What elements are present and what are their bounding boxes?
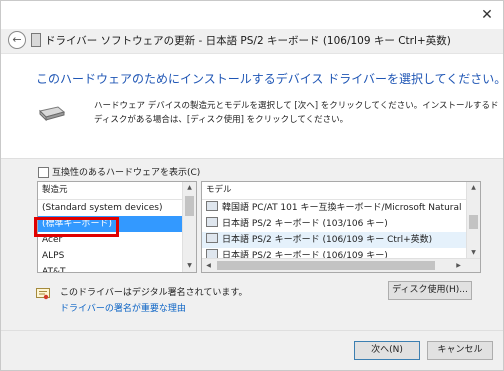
manufacturer-item-selected[interactable]: (標準キーボード): [38, 216, 196, 232]
model-vertical-scrollbar[interactable]: ▲ ▼: [466, 182, 480, 259]
have-disk-button[interactable]: ディスク使用(H)...: [388, 281, 472, 300]
model-item-label: 韓国語 PC/AT 101 キー互換キーボード/Microsoft Natura…: [222, 203, 462, 213]
signed-certificate-icon: [36, 288, 50, 300]
cancel-button[interactable]: キャンセル: [427, 341, 493, 360]
scroll-down-icon[interactable]: ▼: [183, 260, 196, 272]
manufacturer-item[interactable]: AT&T: [38, 264, 196, 272]
page-heading: このハードウェアのためにインストールするデバイス ドライバーを選択してください。: [36, 72, 504, 86]
model-horizontal-scrollbar[interactable]: ◀ ▶: [202, 258, 480, 272]
manufacturer-item[interactable]: ALPS: [38, 248, 196, 264]
scroll-up-icon[interactable]: ▲: [183, 182, 196, 194]
keyboard-model-icon: [206, 217, 218, 227]
signature-status: このドライバーはデジタル署名されています。: [60, 288, 248, 298]
scroll-left-icon[interactable]: ◀: [202, 259, 215, 272]
model-item[interactable]: 日本語 PS/2 キーボード (103/106 キー): [202, 216, 480, 232]
close-button[interactable]: ✕: [477, 6, 497, 24]
model-item[interactable]: 韓国語 PC/AT 101 キー互換キーボード/Microsoft Natura…: [202, 200, 480, 216]
scrollbar-thumb[interactable]: [185, 196, 194, 216]
scroll-right-icon[interactable]: ▶: [452, 259, 465, 272]
back-button[interactable]: ←: [8, 31, 26, 49]
model-list-header[interactable]: モデル: [202, 182, 480, 200]
description-line-2: ディスクがある場合は、[ディスク使用] をクリックしてください。: [94, 115, 349, 125]
description-line-1: ハードウェア デバイスの製造元とモデルを選択して [次へ] をクリックしてくださ…: [94, 101, 499, 111]
compat-checkbox[interactable]: [38, 167, 49, 178]
keyboard-device-icon: [31, 33, 41, 47]
manufacturer-item[interactable]: Acer: [38, 232, 196, 248]
manufacturer-item[interactable]: (Standard system devices): [38, 200, 196, 216]
window-title: ドライバー ソフトウェアの更新 - 日本語 PS/2 キーボード (106/10…: [45, 35, 451, 47]
signature-info-link[interactable]: ドライバーの署名が重要な理由: [60, 301, 186, 314]
keyboard-model-icon: [206, 233, 218, 243]
manufacturer-list[interactable]: 製造元 (Standard system devices) (標準キーボード) …: [37, 181, 197, 273]
manufacturer-scrollbar[interactable]: ▲ ▼: [182, 182, 196, 272]
scroll-up-icon[interactable]: ▲: [467, 182, 480, 194]
driver-device-icon: [39, 106, 66, 121]
model-item-selected[interactable]: 日本語 PS/2 キーボード (106/109 キー Ctrl+英数): [202, 232, 480, 248]
model-list[interactable]: モデル 韓国語 PC/AT 101 キー互換キーボード/Microsoft Na…: [201, 181, 481, 273]
model-item-label: 日本語 PS/2 キーボード (106/109 キー Ctrl+英数): [222, 235, 433, 245]
close-icon: ✕: [481, 7, 493, 23]
footer-divider: [1, 330, 503, 331]
title-bar: ✕: [1, 1, 503, 29]
compat-checkbox-label[interactable]: 互換性のあるハードウェアを表示(C): [52, 165, 200, 178]
scrollbar-thumb[interactable]: [217, 261, 435, 270]
next-button[interactable]: 次へ(N): [354, 341, 420, 360]
model-item-label: 日本語 PS/2 キーボード (103/106 キー): [222, 219, 388, 229]
back-arrow-icon: ←: [12, 33, 22, 46]
manufacturer-list-header[interactable]: 製造元: [38, 182, 196, 200]
keyboard-model-icon: [206, 201, 218, 211]
scrollbar-thumb[interactable]: [469, 215, 478, 229]
